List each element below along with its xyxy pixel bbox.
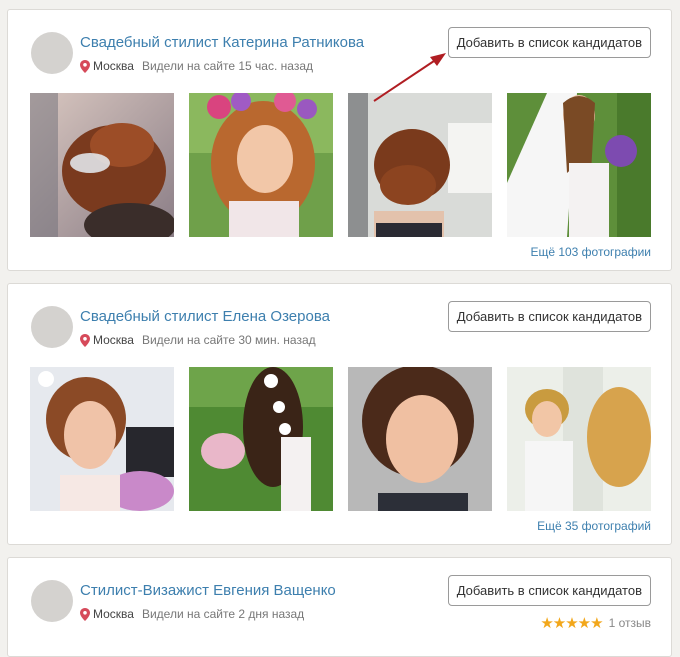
more-photos-link[interactable]: Ещё 103 фотографии — [530, 245, 651, 259]
location-pin-icon — [80, 607, 90, 621]
city-label: Москва — [93, 607, 134, 621]
location-pin-icon — [80, 59, 90, 73]
portfolio-photo[interactable] — [189, 367, 333, 511]
city-label: Москва — [93, 333, 134, 347]
portfolio-photo[interactable] — [189, 93, 333, 237]
portfolio-photo[interactable] — [348, 93, 492, 237]
stylist-card: Свадебный стилист Катерина Ратникова Мос… — [7, 9, 672, 271]
last-seen-label: Видели на сайте 2 дня назад — [141, 607, 305, 621]
avatar[interactable] — [31, 580, 73, 622]
stylist-name-link[interactable]: Стилист-Визажист Евгения Ващенко — [80, 582, 336, 599]
more-photos-link[interactable]: Ещё 35 фотографий — [537, 519, 651, 533]
avatar[interactable] — [31, 306, 73, 348]
stylist-meta: Москва Видели на сайте 15 час. назад — [80, 59, 313, 73]
rating-stars: ★★★★★ — [540, 615, 603, 632]
portfolio-photo[interactable] — [507, 93, 651, 237]
stylist-card: Стилист-Визажист Евгения Ващенко Москва … — [7, 557, 672, 657]
stylist-meta: Москва Видели на сайте 2 дня назад — [80, 607, 304, 621]
city-label: Москва — [93, 59, 134, 73]
rating: ★★★★★ 1 отзыв — [540, 614, 651, 632]
add-to-candidates-button[interactable]: Добавить в список кандидатов — [447, 27, 651, 58]
add-to-candidates-button[interactable]: Добавить в список кандидатов — [447, 575, 651, 606]
avatar[interactable] — [31, 32, 73, 74]
last-seen-label: Видели на сайте 15 час. назад — [141, 59, 313, 73]
last-seen-label: Видели на сайте 30 мин. назад — [141, 333, 316, 347]
stylist-name-link[interactable]: Свадебный стилист Елена Озерова — [80, 308, 330, 325]
location-pin-icon — [80, 333, 90, 347]
add-to-candidates-button[interactable]: Добавить в список кандидатов — [447, 301, 651, 332]
portfolio-photo[interactable] — [30, 367, 174, 511]
stylist-meta: Москва Видели на сайте 30 мин. назад — [80, 333, 316, 347]
stylist-card: Свадебный стилист Елена Озерова Москва В… — [7, 283, 672, 545]
stylist-name-link[interactable]: Свадебный стилист Катерина Ратникова — [80, 34, 364, 51]
portfolio-photo[interactable] — [348, 367, 492, 511]
photo-strip — [30, 367, 651, 511]
photo-strip — [30, 93, 651, 237]
portfolio-photo[interactable] — [30, 93, 174, 237]
portfolio-photo[interactable] — [507, 367, 651, 511]
reviews-link[interactable]: 1 отзыв — [609, 616, 651, 630]
